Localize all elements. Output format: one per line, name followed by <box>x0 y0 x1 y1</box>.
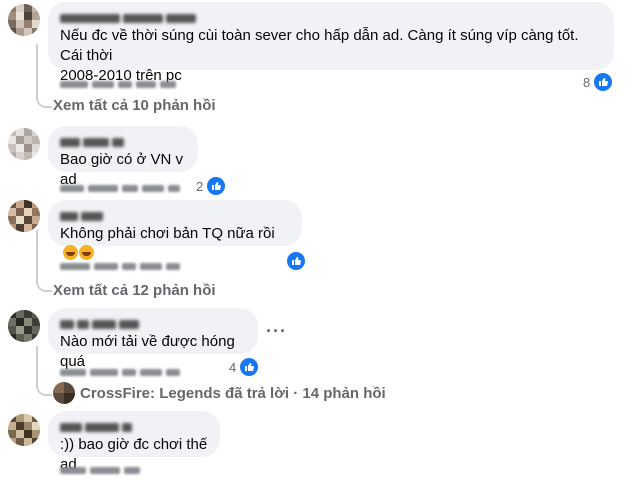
page-reply-link[interactable]: CrossFire: Legends đã trả lời · 14 phản … <box>53 382 386 404</box>
like-count: 4 <box>229 359 237 375</box>
commenter-avatar[interactable] <box>8 200 40 232</box>
comment-bubble: Bao giờ có ở VN v ad <box>48 126 198 188</box>
comment-bubble: :)) bao giờ đc chơi thế ad <box>48 411 220 473</box>
author-name-redacted[interactable] <box>60 10 602 23</box>
commenter-avatar[interactable] <box>8 128 40 160</box>
page-reply-text: CrossFire: Legends đã trả lời · 14 phản … <box>80 384 386 402</box>
page-avatar <box>53 382 75 404</box>
commenter-avatar[interactable] <box>8 4 40 36</box>
see-all-replies-link[interactable]: Xem tất cả 10 phản hồi <box>53 97 216 114</box>
author-name-redacted[interactable] <box>60 134 186 147</box>
commenter-avatar[interactable] <box>8 310 40 342</box>
reaction-count[interactable]: 4 <box>229 356 261 378</box>
comment-text-body: Không phải chơi bản TQ nữa rồi <box>60 225 275 242</box>
like-icon <box>205 175 228 197</box>
like-count: 2 <box>196 178 204 194</box>
like-icon <box>238 356 261 378</box>
like-icon <box>592 71 615 93</box>
like-icon <box>285 250 307 272</box>
thread-connector <box>36 346 52 396</box>
comment-meta-redacted[interactable] <box>60 462 144 475</box>
like-count: 8 <box>583 74 591 90</box>
author-name-redacted[interactable] <box>60 208 290 221</box>
reaction-count[interactable]: 2 <box>196 175 228 197</box>
comment-bubble: Nào mới tải về được hóng quá <box>48 308 258 370</box>
reaction-count[interactable]: 8 <box>583 71 615 93</box>
comment-meta-redacted[interactable] <box>60 76 180 89</box>
thread-connector <box>36 230 52 292</box>
comment-meta-redacted[interactable] <box>60 180 184 193</box>
more-options-button[interactable]: ··· <box>266 321 287 342</box>
author-name-redacted[interactable] <box>60 419 208 432</box>
commenter-avatar[interactable] <box>8 414 40 446</box>
reaction-count[interactable] <box>283 250 307 272</box>
comment-bubble: Không phải chơi bản TQ nữa rồi <box>48 200 302 260</box>
comment-meta-redacted[interactable] <box>60 364 184 377</box>
comment-bubble: Nếu đc về thời súng cùi toàn sever cho h… <box>48 2 614 84</box>
author-name-redacted[interactable] <box>60 316 246 329</box>
comment-meta-redacted[interactable] <box>60 258 184 271</box>
see-all-replies-link[interactable]: Xem tất cả 12 phản hồi <box>53 282 216 299</box>
